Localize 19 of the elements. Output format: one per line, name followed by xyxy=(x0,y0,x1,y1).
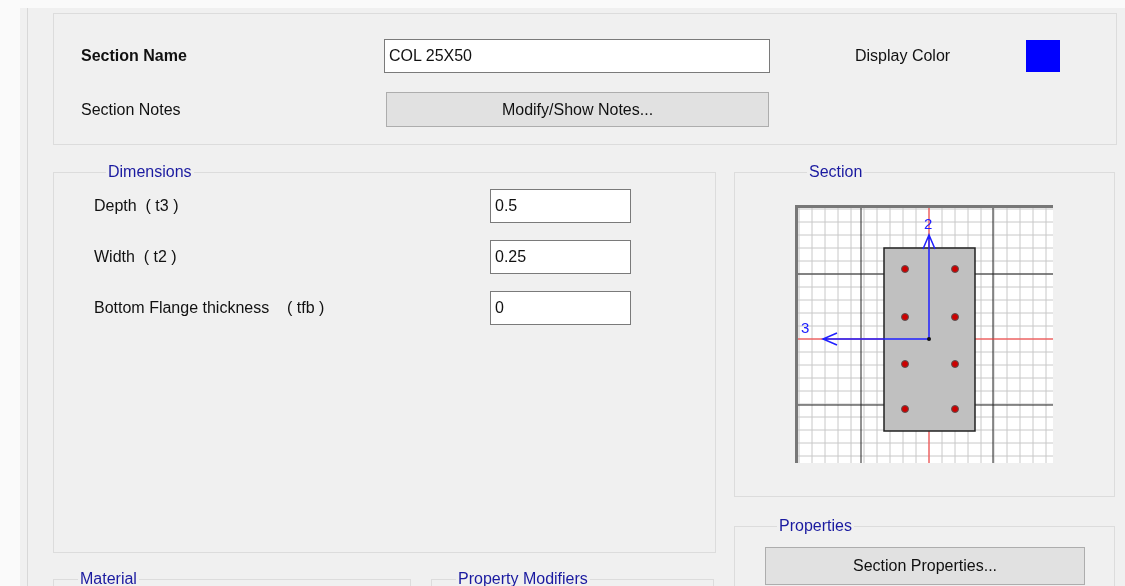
dimension-field[interactable]: 0.5 xyxy=(490,189,631,223)
dimension-field[interactable]: 0 xyxy=(490,291,631,325)
dimension-label: Depth ( t3 ) xyxy=(94,197,180,215)
display-color-swatch[interactable] xyxy=(1026,40,1060,72)
modify-notes-button[interactable]: Modify/Show Notes... xyxy=(386,92,769,127)
axis-label: 2 xyxy=(924,215,933,232)
dimension-field[interactable]: 0.25 xyxy=(490,240,631,274)
display-color-label: Display Color xyxy=(855,47,952,65)
section-notes-label: Section Notes xyxy=(81,100,182,119)
section-name-field[interactable]: COL 25X50 xyxy=(384,39,770,73)
group-title: Properties xyxy=(778,517,853,535)
section-name-label: Section Name xyxy=(81,47,188,65)
axis-label: 3 xyxy=(801,319,810,336)
group-title: Dimensions xyxy=(107,163,193,181)
dimension-label: Bottom Flange thickness ( tfb ) xyxy=(94,299,326,317)
dimension-label: Width ( t2 ) xyxy=(94,248,178,266)
group-title: Material xyxy=(79,570,138,586)
section-properties-button[interactable]: Section Properties... xyxy=(765,547,1085,585)
group-title: Section xyxy=(808,163,864,181)
